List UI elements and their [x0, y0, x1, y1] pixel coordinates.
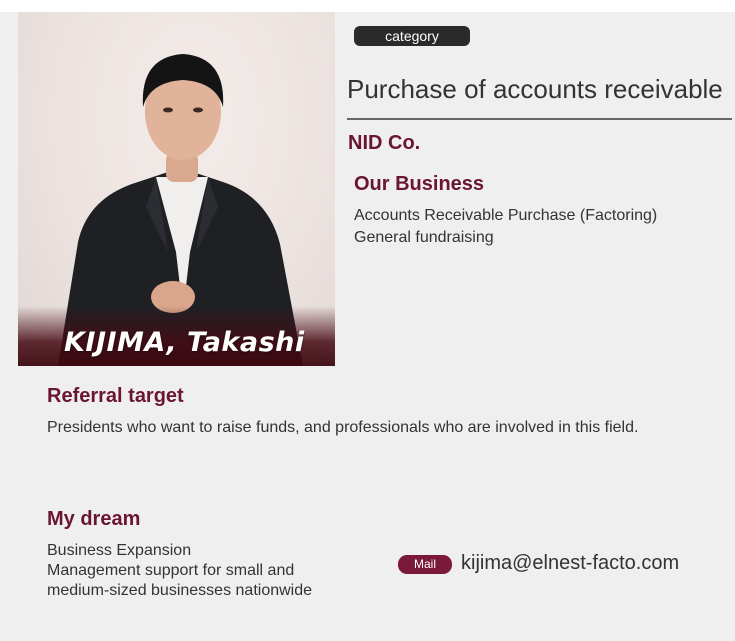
mail-badge: Mail	[398, 555, 452, 574]
dream-list: Business Expansion Management support fo…	[47, 541, 312, 601]
category-title: Purchase of accounts receivable	[347, 74, 723, 104]
business-list: Accounts Receivable Purchase (Factoring)…	[354, 205, 657, 249]
profile-photo: KIJIMA, Takashi	[18, 12, 335, 366]
referral-heading: Referral target	[47, 385, 184, 407]
profile-card: KIJIMA, Takashi category Purchase of acc…	[0, 12, 735, 641]
business-line: Accounts Receivable Purchase (Factoring)	[354, 207, 658, 224]
email-link[interactable]: kijima@elnest-facto.com	[461, 552, 679, 575]
company-name: NID Co.	[348, 132, 421, 154]
business-line: General fundraising	[354, 229, 494, 246]
title-divider	[347, 118, 732, 120]
dream-heading: My dream	[47, 508, 141, 530]
dream-line: Business Expansion	[47, 542, 192, 559]
referral-text: Presidents who want to raise funds, and …	[47, 419, 639, 436]
category-badge: category	[354, 26, 470, 46]
dream-line: medium-sized businesses nationwide	[47, 582, 313, 599]
person-name: KIJIMA, Takashi	[64, 327, 305, 358]
business-heading: Our Business	[354, 173, 485, 195]
photo-name-overlay: KIJIMA, Takashi	[18, 306, 335, 366]
dream-line: Management support for small and	[47, 562, 295, 579]
